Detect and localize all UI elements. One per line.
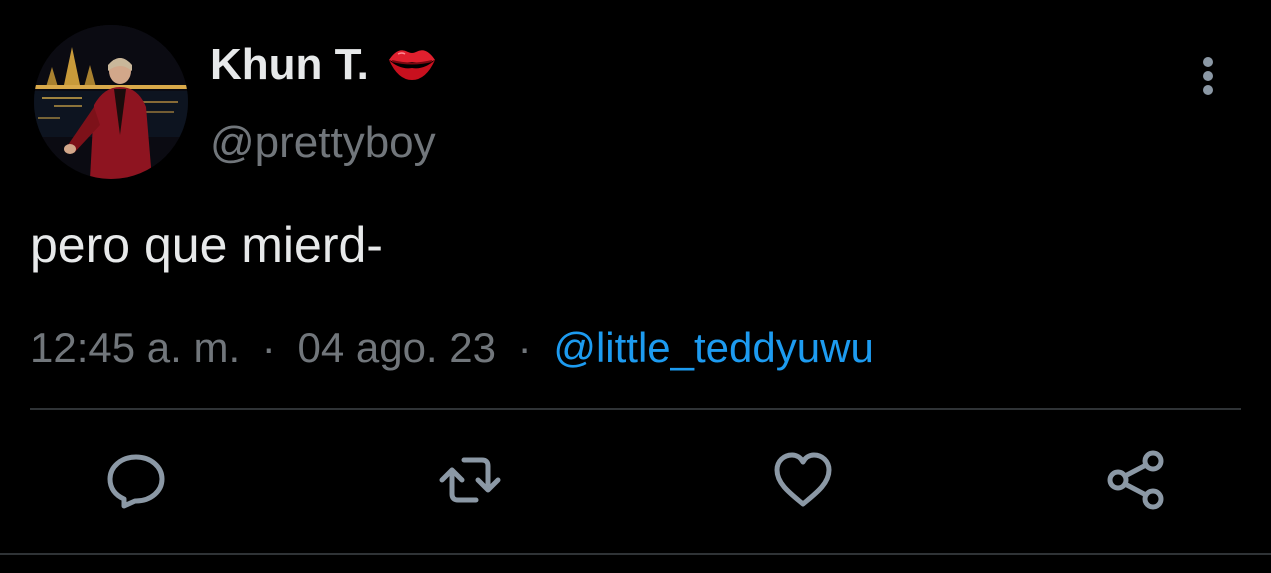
like-button[interactable] [771, 448, 835, 512]
lips-icon [389, 50, 435, 80]
source-link[interactable]: @little_teddyuwu [553, 324, 873, 371]
tweet-time: 12:45 a. m. [30, 324, 241, 371]
avatar[interactable] [34, 25, 188, 179]
divider [0, 553, 1271, 555]
retweet-button[interactable] [438, 448, 502, 512]
tweet-text: pero que mierd- [30, 217, 383, 273]
share-icon [1107, 450, 1164, 510]
reply-icon [107, 454, 165, 509]
tweet-date: 04 ago. 23 [297, 324, 496, 371]
separator: · [261, 324, 276, 371]
heart-icon [774, 452, 832, 507]
more-vertical-icon[interactable] [1190, 54, 1226, 98]
avatar-image [34, 25, 188, 179]
retweet-icon [439, 457, 501, 503]
handle[interactable]: @prettyboy [210, 116, 436, 170]
display-name[interactable]: Khun T. [210, 38, 369, 92]
reply-button[interactable] [104, 448, 168, 512]
separator: · [517, 324, 532, 371]
share-button[interactable] [1104, 448, 1168, 512]
tweet-metadata: 12:45 a. m. · 04 ago. 23 · @little_teddy… [30, 322, 874, 374]
divider [30, 408, 1241, 410]
